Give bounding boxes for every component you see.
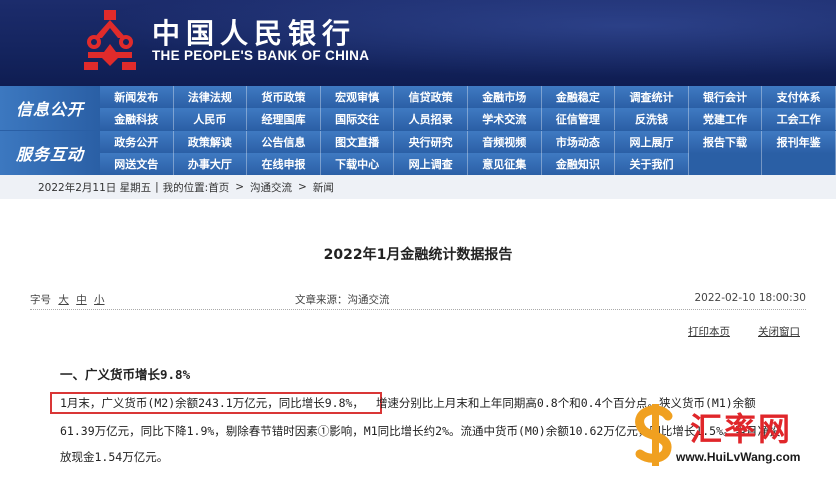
nav-item[interactable]: 征信管理 [541, 108, 616, 130]
nav-item[interactable]: 办事大厅 [173, 153, 248, 175]
nav-item[interactable]: 报告下载 [688, 131, 763, 153]
font-size-medium[interactable]: 中 [76, 294, 87, 306]
breadcrumb: 2022年2月11日 星期五 | 我的位置: 首页 > 沟通交流 > 新闻 [0, 175, 836, 200]
watermark-url: www.HuiLvWang.com [676, 450, 801, 464]
nav-item[interactable]: 政策解读 [173, 131, 248, 153]
nav-item[interactable]: 人员招录 [394, 108, 468, 130]
location-label: 我的位置: [162, 181, 209, 194]
nav-item[interactable]: 调查统计 [615, 86, 689, 108]
bank-name-english[interactable]: THE PEOPLE'S BANK OF CHINA [152, 48, 369, 63]
font-size-label: 字号 [30, 294, 51, 306]
nav-item[interactable]: 公告信息 [247, 131, 321, 153]
breadcrumb-link-news[interactable]: 新闻 [313, 180, 334, 195]
nav-item-empty [762, 153, 836, 175]
nav-item[interactable]: 工会工作 [762, 108, 836, 130]
nav-item[interactable]: 政务公开 [100, 131, 174, 153]
nav-row-4: 网送文告 办事大厅 在线申报 下载中心 网上调查 意见征集 金融知识 关于我们 [100, 153, 836, 175]
pboc-emblem-icon[interactable] [78, 8, 142, 72]
breadcrumb-separator: > [298, 181, 307, 193]
nav-item[interactable]: 央行研究 [394, 131, 468, 153]
nav-item[interactable]: 在线申报 [247, 153, 321, 175]
nav-item[interactable]: 法律法规 [173, 86, 248, 108]
nav-item[interactable]: 学术交流 [467, 108, 542, 130]
paragraph-line-3: 放现金1.54万亿元。 [60, 450, 169, 464]
nav-row-2: 金融科技 人民币 经理国库 国际交往 人员招录 学术交流 征信管理 反洗钱 党建… [100, 108, 836, 130]
nav-item[interactable]: 关于我们 [615, 153, 689, 175]
nav-item[interactable]: 金融知识 [541, 153, 616, 175]
bank-name-chinese[interactable]: 中国人民银行 [152, 12, 356, 52]
nav-section-service-interaction[interactable]: 服务互动 [0, 131, 100, 175]
article-datetime: 2022-02-10 18:00:30 [694, 292, 806, 304]
nav-links-grid: 新闻发布 法律法规 货币政策 宏观审慎 信贷政策 金融市场 金融稳定 调查统计 … [100, 86, 836, 175]
breadcrumb-link-home[interactable]: 首页 [208, 180, 229, 195]
article-title: 2022年1月金融统计数据报告 [323, 247, 513, 263]
nav-item[interactable]: 金融稳定 [541, 86, 616, 108]
font-size-small[interactable]: 小 [94, 294, 105, 306]
nav-item[interactable]: 下载中心 [320, 153, 395, 175]
nav-item[interactable]: 金融科技 [100, 108, 174, 130]
nav-item[interactable]: 经理国库 [247, 108, 321, 130]
article-source: 文章来源：沟通交流 [295, 294, 390, 306]
nav-item[interactable]: 反洗钱 [615, 108, 689, 130]
nav-item[interactable]: 货币政策 [247, 86, 321, 108]
site-header: 中国人民银行 THE PEOPLE'S BANK OF CHINA [0, 0, 836, 86]
nav-item[interactable]: 网上调查 [394, 153, 468, 175]
print-page-link[interactable]: 打印本页 [688, 324, 730, 339]
nav-item[interactable]: 图文直播 [320, 131, 395, 153]
nav-row-3: 政务公开 政策解读 公告信息 图文直播 央行研究 音频视频 市场动态 网上展厅 … [100, 131, 836, 153]
watermark: 汇率网 www.HuiLvWang.com [628, 402, 828, 472]
nav-row-1: 新闻发布 法律法规 货币政策 宏观审慎 信贷政策 金融市场 金融稳定 调查统计 … [100, 86, 836, 108]
nav-item[interactable]: 银行会计 [688, 86, 763, 108]
breadcrumb-divider: | [155, 181, 159, 193]
nav-section-info-disclosure[interactable]: 信息公开 [0, 86, 100, 130]
meta-divider [30, 309, 806, 310]
nav-item[interactable]: 新闻发布 [100, 86, 174, 108]
nav-item[interactable]: 宏观审慎 [320, 86, 395, 108]
nav-item[interactable]: 人民币 [173, 108, 248, 130]
nav-item[interactable]: 信贷政策 [394, 86, 468, 108]
nav-item[interactable]: 党建工作 [688, 108, 763, 130]
nav-item[interactable]: 报刊年鉴 [762, 131, 836, 153]
nav-item[interactable]: 意见征集 [467, 153, 542, 175]
nav-item[interactable]: 网上展厅 [615, 131, 689, 153]
nav-item[interactable]: 国际交往 [320, 108, 395, 130]
nav-item[interactable]: 市场动态 [541, 131, 616, 153]
highlighted-sentence: 1月末，广义货币(M2)余额243.1万亿元，同比增长9.8%， [60, 396, 364, 410]
main-navigation: 信息公开 服务互动 新闻发布 法律法规 货币政策 宏观审慎 信贷政策 金融市场 … [0, 86, 836, 175]
font-size-large[interactable]: 大 [58, 294, 69, 306]
breadcrumb-separator: > [235, 181, 245, 193]
nav-item[interactable]: 支付体系 [762, 86, 836, 108]
watermark-text: 汇率网 [690, 410, 793, 448]
nav-item-empty [688, 153, 763, 175]
nav-item[interactable]: 金融市场 [467, 86, 542, 108]
nav-item[interactable]: 音频视频 [467, 131, 542, 153]
nav-item[interactable]: 网送文告 [100, 153, 174, 175]
close-window-link[interactable]: 关闭窗口 [758, 324, 800, 339]
current-date: 2022年2月11日 星期五 [38, 181, 152, 194]
section-heading: 一、广义货币增长9.8% [60, 367, 191, 382]
breadcrumb-link-communication[interactable]: 沟通交流 [250, 180, 292, 195]
article-meta: 字号 大 中 小 文章来源：沟通交流 2022-02-10 18:00:30 [30, 292, 806, 307]
